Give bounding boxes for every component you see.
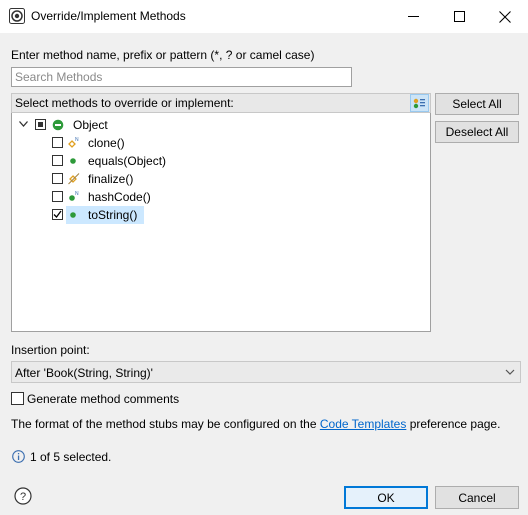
template-info-prefix: The format of the method stubs may be co…	[11, 417, 317, 431]
tree-method-row[interactable]: N clone()	[12, 134, 430, 152]
template-info-suffix: preference page.	[409, 417, 501, 431]
methods-tree[interactable]: Object N clone() equals(Object) finalize…	[11, 113, 431, 332]
tree-method-row[interactable]: N hashCode()	[12, 188, 430, 206]
method-label: toString()	[88, 208, 138, 222]
tree-method-row-selected[interactable]: toString()	[12, 206, 430, 224]
search-input[interactable]	[12, 68, 351, 86]
maximize-button[interactable]	[436, 0, 482, 33]
deselect-all-button[interactable]: Deselect All	[435, 121, 519, 143]
filter-label: Enter method name, prefix or pattern (*,…	[11, 48, 315, 62]
group-by-type-icon	[413, 98, 425, 108]
chevron-down-icon	[505, 369, 515, 375]
info-icon	[12, 450, 25, 463]
tree-method-row[interactable]: finalize()	[12, 170, 430, 188]
minimize-button[interactable]	[390, 0, 436, 33]
maximize-icon	[453, 11, 465, 22]
tree-root-row[interactable]: Object	[12, 116, 430, 134]
root-class-label: Object	[73, 118, 108, 132]
public-method-icon	[70, 212, 76, 218]
method-checkbox-checked[interactable]	[52, 209, 63, 220]
method-label: clone()	[88, 136, 125, 150]
method-checkbox[interactable]	[52, 173, 63, 184]
check-mark-icon	[53, 210, 62, 218]
ok-button[interactable]: OK	[344, 486, 428, 509]
generate-comments-checkbox[interactable]	[11, 392, 24, 405]
chevron-down-icon[interactable]	[19, 121, 28, 128]
method-checkbox[interactable]	[52, 155, 63, 166]
select-all-button[interactable]: Select All	[435, 93, 519, 115]
method-checkbox[interactable]	[52, 137, 63, 148]
methods-header-label: Select methods to override or implement:	[15, 96, 234, 110]
code-templates-link[interactable]: Code Templates	[320, 417, 407, 431]
class-icon	[52, 119, 64, 131]
public-native-method-icon: N	[69, 191, 79, 201]
method-checkbox[interactable]	[52, 191, 63, 202]
partial-check-mark	[38, 122, 43, 127]
search-field[interactable]	[11, 67, 352, 87]
protected-native-method-icon: N	[68, 137, 79, 148]
insertion-point-label: Insertion point:	[11, 343, 90, 357]
selection-status: 1 of 5 selected.	[30, 450, 112, 464]
help-icon[interactable]: ?	[14, 487, 32, 505]
method-label: equals(Object)	[88, 154, 167, 168]
close-icon	[499, 10, 511, 23]
protected-deprecated-method-icon	[68, 173, 80, 185]
svg-text:?: ?	[20, 491, 26, 503]
title-bar: Override/Implement Methods	[0, 0, 528, 33]
methods-list-header: Select methods to override or implement:	[11, 93, 431, 113]
method-label: finalize()	[88, 172, 134, 186]
close-button[interactable]	[482, 0, 528, 33]
generate-comments-label: Generate method comments	[27, 392, 180, 406]
window-title: Override/Implement Methods	[31, 9, 186, 23]
svg-text:N: N	[75, 191, 79, 197]
eclipse-app-icon	[9, 8, 25, 24]
minimize-icon	[407, 16, 419, 17]
insertion-point-select[interactable]: After 'Book(String, String)'	[11, 361, 521, 383]
svg-text:N: N	[75, 137, 79, 143]
tree-method-row[interactable]: equals(Object)	[12, 152, 430, 170]
cancel-button[interactable]: Cancel	[435, 486, 519, 509]
insertion-point-value: After 'Book(String, String)'	[15, 366, 153, 380]
group-methods-toggle[interactable]	[410, 94, 429, 112]
method-label: hashCode()	[88, 190, 151, 204]
public-method-icon	[70, 158, 76, 164]
root-checkbox[interactable]	[35, 119, 46, 130]
template-info-text: The format of the method stubs may be co…	[11, 417, 500, 431]
